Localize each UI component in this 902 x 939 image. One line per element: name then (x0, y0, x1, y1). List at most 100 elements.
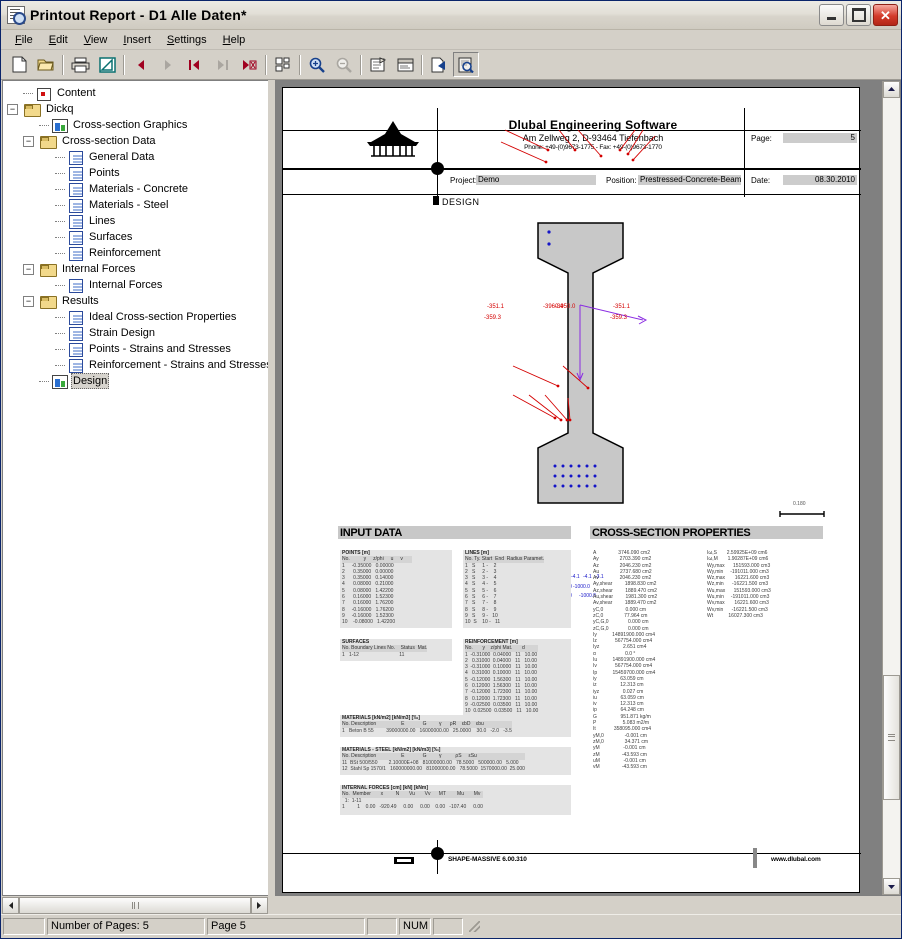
status-page-count: Number of Pages: 5 (47, 917, 205, 935)
close-button[interactable]: ✕ (873, 4, 898, 26)
property-row: Ip 15459700.000 cm4 (593, 669, 656, 676)
last-page-button[interactable] (209, 52, 235, 77)
properties-button[interactable] (365, 52, 391, 77)
table-row: 7 -0.12000 1.72300 11 10.00 (465, 689, 538, 696)
tree-connector (55, 309, 67, 325)
table-icon-wrap (67, 230, 83, 245)
page-arrange-icon (275, 57, 290, 72)
tree-node-label: Reinforcement - Strains and Stresses (89, 359, 268, 371)
status-spacer-1 (3, 917, 45, 935)
tree-node-label: Cross-section Graphics (73, 119, 188, 131)
cross-section-drawing (500, 129, 656, 504)
next-page-button[interactable] (155, 52, 181, 77)
minimize-button[interactable] (819, 4, 844, 26)
scroll-up-button[interactable] (883, 81, 900, 98)
tree-node[interactable]: Reinforcement (7, 245, 268, 261)
tree-expand-toggle[interactable]: − (7, 103, 18, 115)
footer-node-dot (431, 847, 444, 860)
table-header-row: No. Member x N Vu Vv MT Mu Mv (342, 791, 483, 798)
menu-edit[interactable]: Edit (41, 32, 76, 48)
menu-file[interactable]: File (7, 32, 41, 48)
menu-help[interactable]: Help (215, 32, 254, 48)
toolbar-separator-3 (263, 54, 269, 76)
print-button[interactable] (67, 52, 93, 77)
tree-connector (55, 213, 67, 229)
open-button[interactable] (33, 52, 59, 77)
tree-node[interactable]: Cross-section Graphics (7, 117, 268, 133)
tree-node-label: Materials - Steel (89, 199, 169, 211)
footer-program-name: SHAPE-MASSIVE 6.00.310 (448, 856, 527, 863)
page-setup-button[interactable] (94, 52, 120, 77)
property-row: Iω,M 1.90287E+09 cm6 (707, 556, 769, 563)
tree-horizontal-scrollbar[interactable] (2, 896, 268, 914)
tree-expand-toggle[interactable]: − (23, 263, 34, 275)
page-arrange-button[interactable] (270, 52, 296, 77)
tree-node[interactable]: Lines (7, 213, 268, 229)
stress-arrows-top (500, 129, 656, 163)
document-vertical-scrollbar[interactable] (882, 81, 900, 895)
scroll-left-button[interactable] (2, 896, 19, 914)
scroll-down-button[interactable] (883, 878, 900, 895)
property-row: Az 2046.230 cm2 (593, 562, 652, 569)
status-bar: Number of Pages: 5 Page 5 NUM (1, 914, 901, 938)
document-scroll-area[interactable]: Dlubal Engineering Software Am Zellweg 2… (276, 81, 882, 895)
tree-node[interactable]: − Internal Forces (7, 261, 268, 277)
tree-node[interactable]: Points - Strains and Stresses (7, 341, 268, 357)
menu-insert[interactable]: Insert (115, 32, 159, 48)
horizontal-scroll-track[interactable] (19, 896, 251, 914)
tree-expand-toggle[interactable]: − (23, 295, 34, 307)
tree-node[interactable]: Strain Design (7, 325, 268, 341)
print-preview-button[interactable] (453, 52, 479, 77)
new-button[interactable] (6, 52, 32, 77)
zoom-in-button[interactable] (304, 52, 330, 77)
annotation-top-2: -359.3 (484, 315, 502, 321)
horizontal-scroll-thumb[interactable] (19, 896, 251, 914)
table-row: 4 0.08000 0.21000 (342, 581, 411, 588)
table-icon-wrap (67, 278, 83, 293)
tree-node[interactable]: Content (7, 85, 268, 101)
tree-node[interactable]: Materials - Concrete (7, 181, 268, 197)
tree-node-label: Content (57, 87, 96, 99)
table-row: 1 -0.35000 0.00000 (342, 562, 411, 569)
tree-node[interactable]: Points (7, 165, 268, 181)
table-icon (69, 343, 83, 357)
previous-page-button[interactable] (128, 52, 154, 77)
tree-node[interactable]: Ideal Cross-section Properties (7, 309, 268, 325)
table-row: 1 1 0.00 -920.49 0.00 0.00 0.00 -107.40 … (342, 803, 483, 810)
resize-grip[interactable] (467, 919, 481, 933)
first-page-button[interactable] (182, 52, 208, 77)
graphic-icon (52, 375, 68, 389)
title-bar: Printout Report - D1 Alle Daten* ✕ (1, 1, 901, 30)
tree-node-label: Cross-section Data (62, 135, 156, 147)
tree-node[interactable]: Surfaces (7, 229, 268, 245)
splitter[interactable] (268, 80, 275, 896)
table-icon-wrap (67, 182, 83, 197)
tree-node[interactable]: Reinforcement - Strains and Stresses (7, 357, 268, 373)
goto-page-icon (242, 59, 256, 70)
tree-node[interactable]: Design (7, 373, 268, 389)
maximize-button[interactable] (846, 4, 871, 26)
report-navigation-tree[interactable]: Content − Dickq Cross-section Graphics − Cros… (2, 80, 268, 896)
header-footer-button[interactable] (392, 52, 418, 77)
rebar-label-2: -4.1 (571, 574, 580, 580)
export-button[interactable] (426, 52, 452, 77)
vertical-scroll-track[interactable] (883, 98, 900, 878)
tree-node[interactable]: Internal Forces (7, 277, 268, 293)
menu-settings[interactable]: Settings (159, 32, 215, 48)
tree-node[interactable]: Materials - Steel (7, 197, 268, 213)
property-row: Ay,shear 1898.830 cm2 (593, 581, 657, 588)
zoom-out-button[interactable] (331, 52, 357, 77)
print-preview-icon (458, 57, 474, 73)
table-icon (69, 167, 83, 181)
goto-page-button[interactable] (236, 52, 262, 77)
menu-view[interactable]: View (76, 32, 116, 48)
scroll-right-button[interactable] (251, 896, 268, 914)
tree-node[interactable]: − Results (7, 293, 268, 309)
tree-node[interactable]: − Dickq (7, 101, 268, 117)
tree-expand-toggle[interactable]: − (23, 135, 34, 147)
vertical-scroll-thumb[interactable] (883, 675, 900, 800)
tree-node[interactable]: General Data (7, 149, 268, 165)
tree-node[interactable]: − Cross-section Data (7, 133, 268, 149)
